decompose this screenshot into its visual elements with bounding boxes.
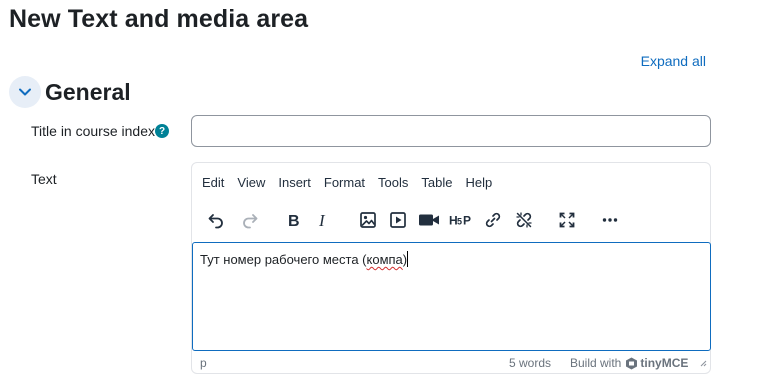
title-label: Title in course index (31, 123, 155, 139)
image-button[interactable] (356, 208, 380, 232)
title-input[interactable] (191, 115, 711, 147)
text-label: Text (31, 171, 57, 187)
menu-table[interactable]: Table (421, 175, 452, 190)
editor-statusbar: p 5 words Build with tinyMCE (192, 351, 710, 373)
svg-text:I: I (318, 211, 326, 229)
menu-edit[interactable]: Edit (202, 175, 224, 190)
section-header-general: General (9, 76, 131, 108)
redo-button[interactable] (238, 208, 262, 232)
text-caret (407, 251, 409, 267)
editor-menubar: Edit View Insert Format Tools Table Help (202, 175, 505, 190)
element-path[interactable]: p (200, 356, 207, 370)
menu-format[interactable]: Format (324, 175, 365, 190)
undo-icon (208, 214, 223, 229)
fullscreen-icon (559, 212, 575, 228)
page-title: New Text and media area (9, 5, 309, 33)
help-icon[interactable]: ? (155, 124, 169, 138)
svg-text:B: B (288, 213, 300, 229)
h5p-button[interactable]: H 5 P (448, 208, 474, 232)
image-icon (360, 212, 376, 228)
chevron-down-icon (19, 88, 31, 96)
video-button[interactable] (417, 208, 441, 232)
collapse-section-button[interactable] (9, 76, 41, 108)
more-icon (602, 218, 618, 222)
build-with-label: Build with (570, 356, 622, 370)
expand-all-link[interactable]: Expand all (641, 53, 706, 69)
menu-help[interactable]: Help (465, 175, 492, 190)
menu-tools[interactable]: Tools (378, 175, 408, 190)
h5p-icon: H 5 P (449, 214, 471, 228)
misspelled-word: компа (366, 252, 403, 267)
media-icon (390, 212, 406, 228)
tinymce-logo-icon (626, 357, 638, 369)
resize-handle-icon[interactable] (699, 359, 707, 367)
unlink-button[interactable] (512, 208, 536, 232)
editor-content-area[interactable]: Тут номер рабочего места (компа) (192, 242, 711, 351)
unlink-icon (516, 212, 532, 228)
fullscreen-button[interactable] (555, 208, 579, 232)
svg-text:5: 5 (457, 217, 462, 227)
bold-button[interactable]: B (281, 208, 305, 232)
undo-button[interactable] (204, 208, 228, 232)
svg-text:P: P (463, 214, 471, 228)
rich-text-editor: Edit View Insert Format Tools Table Help… (191, 162, 711, 374)
content-text: Тут номер рабочего места ( (200, 252, 367, 267)
media-button[interactable] (386, 208, 410, 232)
menu-view[interactable]: View (237, 175, 265, 190)
italic-icon: I (318, 211, 326, 229)
bold-icon: B (288, 213, 300, 229)
section-title: General (45, 78, 131, 105)
menu-insert[interactable]: Insert (278, 175, 311, 190)
link-icon (485, 212, 501, 228)
link-button[interactable] (481, 208, 505, 232)
word-count[interactable]: 5 words (509, 356, 551, 370)
more-button[interactable] (598, 208, 622, 232)
tinymce-brand: tinyMCE (640, 356, 689, 370)
tinymce-branding[interactable]: Build with tinyMCE (570, 356, 688, 370)
redo-icon (243, 214, 258, 229)
italic-button[interactable]: I (311, 208, 335, 232)
video-icon (419, 214, 439, 226)
